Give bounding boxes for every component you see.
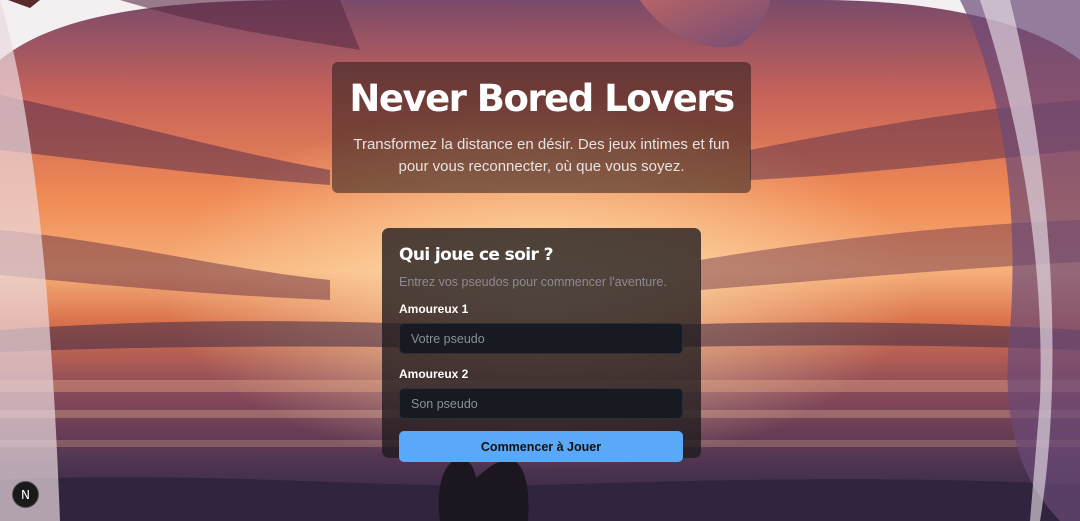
player1-label: Amoureux 1	[399, 302, 469, 316]
app-tagline: Transformez la distance en désir. Des je…	[353, 136, 730, 175]
start-game-button[interactable]: Commencer à Jouer	[399, 431, 683, 462]
player-setup-card: Qui joue ce soir ? Entrez vos pseudos po…	[382, 228, 701, 462]
badge-letter: N	[21, 487, 30, 502]
hero-panel: Never Bored Lovers Transformez la distan…	[332, 62, 751, 193]
card-title: Qui joue ce soir ?	[399, 245, 553, 265]
app-title: Never Bored Lovers	[349, 77, 735, 120]
nextjs-logo-icon[interactable]: N	[12, 481, 39, 508]
card-subtitle: Entrez vos pseudos pour commencer l'aven…	[399, 275, 667, 289]
player2-label: Amoureux 2	[399, 367, 469, 381]
player2-nickname-input[interactable]	[399, 388, 683, 419]
player1-nickname-input[interactable]	[399, 323, 683, 354]
